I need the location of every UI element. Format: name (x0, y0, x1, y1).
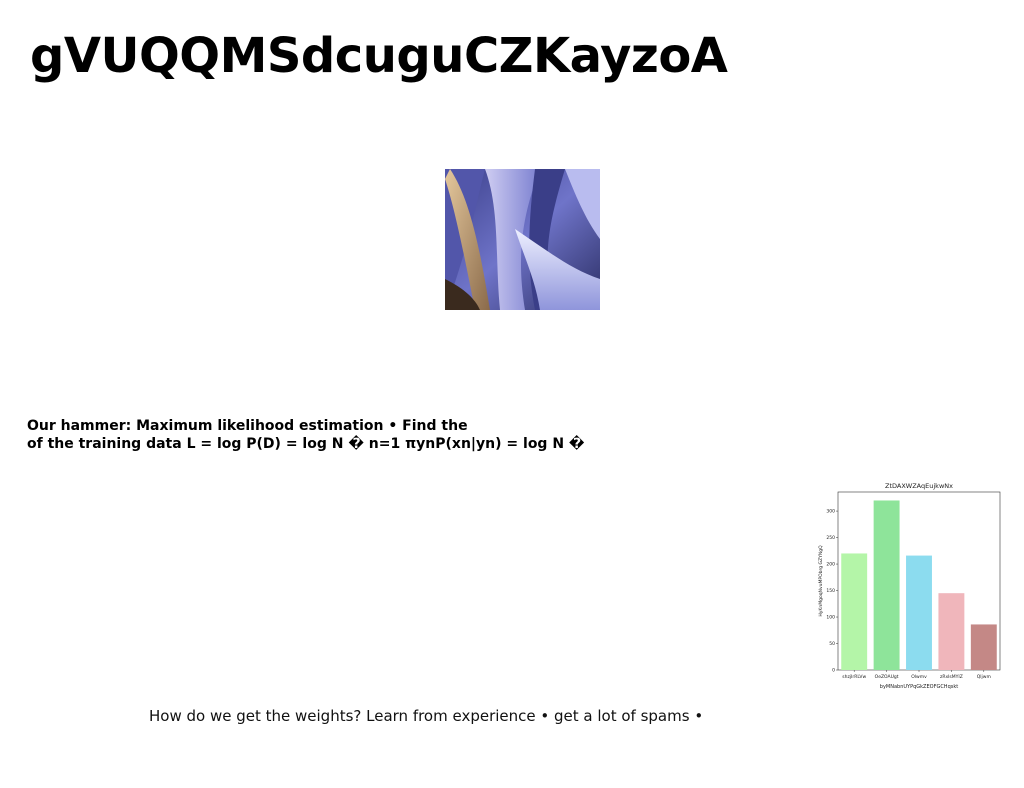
chart-bars (841, 500, 997, 670)
chart-y-label: HyKnMgoqNvuMPObrg GZYNgQ (818, 545, 824, 617)
chart-y-axis: 0 50 100 150 200 250 300 (826, 509, 838, 674)
chart-title: ZtDAXWZAqEujkwNx (885, 482, 953, 490)
x-tick-label: zRxIsMYIZ (940, 674, 963, 680)
hammer-line-1: Our hammer: Maximum likelihood estimatio… (27, 418, 468, 434)
chart-x-label: byMNabnUYPqGkZEOFGCHqskt (880, 684, 958, 690)
chart-x-axis: shzjIrRLVw OeZOAUgt Olwmv zRxIsMYIZ Qljwm (842, 670, 991, 680)
hammer-line-2: of the training data L = log P(D) = log … (27, 436, 585, 452)
slide-title: gVUQQMSdcuguCZKayzoA (30, 28, 728, 84)
y-tick-label: 100 (826, 615, 835, 621)
chart-bar (906, 555, 932, 670)
y-tick-label: 150 (826, 588, 835, 594)
y-tick-label: 50 (829, 641, 835, 647)
x-tick-label: Olwmv (911, 674, 927, 680)
abstract-purple-folds-image (445, 169, 600, 310)
chart-bar (873, 500, 900, 670)
chart-bar (841, 553, 868, 670)
y-tick-label: 200 (826, 562, 835, 568)
y-tick-label: 250 (826, 535, 835, 541)
chart-bar (970, 624, 997, 670)
bar-chart: ZtDAXWZAqEujkwNx 0 50 100 150 200 250 300 shzj… (808, 478, 1008, 694)
x-tick-label: Qljwm (977, 674, 991, 680)
y-tick-label: 0 (832, 668, 835, 674)
chart-bar (938, 593, 965, 670)
y-tick-label: 300 (826, 509, 835, 515)
x-tick-label: OeZOAUgt (875, 674, 899, 680)
weights-text: How do we get the weights? Learn from ex… (149, 707, 704, 725)
x-tick-label: shzjIrRLVw (842, 674, 866, 680)
hammer-text: Our hammer: Maximum likelihood estimatio… (27, 417, 585, 453)
